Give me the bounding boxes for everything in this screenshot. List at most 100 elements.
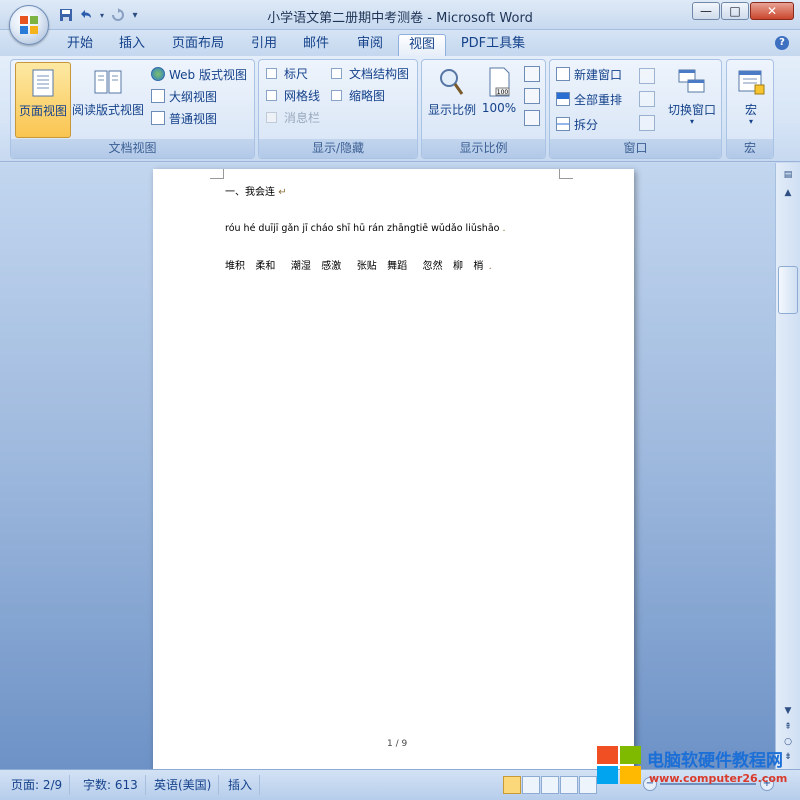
minimize-button[interactable]: — [692,2,720,20]
status-draft-icon[interactable] [579,776,597,794]
watermark-title: 电脑软硬件教程网 [647,751,783,771]
outline-button[interactable]: 大纲视图 [151,88,217,106]
group-window: 新建窗口 全部重排 拆分 切换窗口 ▾ 窗口 [549,59,722,159]
print-layout-button[interactable]: 页面视图 [15,62,71,138]
message-bar-checkbox: 消息栏 [266,109,320,127]
doc-pinyin-line[interactable]: róu hé duījī gǎn jī cháo shī hū rán zhān… [225,223,506,234]
undo-dropdown-icon[interactable]: ▾ [98,8,106,24]
previous-page-icon[interactable]: ⇞ [778,719,798,735]
group-label-macros: 宏 [727,139,773,158]
switch-windows-label: 切换窗口 [667,103,716,117]
status-page[interactable]: 页面: 2/9 [4,775,71,795]
draft-button[interactable]: 普通视图 [151,110,217,128]
switch-windows-button[interactable]: 切换窗口 ▾ [664,66,720,126]
save-icon[interactable] [58,8,74,24]
one-page-icon[interactable] [524,66,540,82]
page-100-icon: 100 [489,67,510,97]
hundred-percent-button[interactable]: 100 100% [478,66,520,115]
status-print-layout-icon[interactable] [503,776,521,794]
help-icon[interactable]: ? [775,36,789,50]
page-100-icon-text: 100 [497,89,509,96]
macros-dropdown-icon: ▾ [748,117,753,126]
full-screen-reading-button[interactable]: 阅读版式视图 [71,66,145,118]
tab-insert[interactable]: 插入 [112,34,152,56]
two-pages-icon[interactable] [524,88,540,104]
arrange-all-icon [556,92,570,106]
doc-line3: 堆积 柔和 潮湿 感激 张贴 舞蹈 忽然 柳 梢 [225,261,484,272]
redo-icon[interactable] [110,8,126,24]
switch-windows-icon [678,69,705,93]
ruler-checkbox[interactable]: 标尺 [266,65,308,83]
status-outline-icon[interactable] [560,776,578,794]
new-window-button[interactable]: 新建窗口 [556,66,622,84]
document-page[interactable]: 一、我会连 ↵ róu hé duījī gǎn jī cháo shī hū … [153,169,634,769]
status-insert-mode[interactable]: 插入 [221,775,261,795]
tab-references[interactable]: 引用 [244,34,284,56]
crop-mark-right [559,169,573,179]
zoom-button[interactable]: 显示比例 [426,66,478,118]
synchronous-scrolling-icon [639,91,655,107]
web-layout-icon [151,67,165,81]
doc-line1: 一、我会连 [225,187,275,198]
group-label-zoom: 显示比例 [422,139,545,158]
new-window-icon [556,67,570,81]
tab-mailings[interactable]: 邮件 [296,34,336,56]
gridlines-checkbox[interactable]: 网格线 [266,87,320,105]
status-reading-view-icon[interactable] [522,776,540,794]
watermark-url: www.computer26.com [649,772,788,785]
vertical-scrollbar[interactable]: ▤ ▲ ▼ ⇞ ○ ⇟ [775,163,800,769]
ruler-label: 标尺 [284,67,309,81]
tab-home[interactable]: 开始 [60,34,100,56]
group-macros: 宏 ▾ 宏 [726,59,774,159]
doc-line2: róu hé duījī gǎn jī cháo shī hū rán zhān… [225,223,500,234]
status-web-layout-icon[interactable] [541,776,559,794]
maximize-button[interactable]: □ [721,2,749,20]
gridlines-check-icon [266,90,277,101]
tab-review[interactable]: 审阅 [350,34,390,56]
macros-button[interactable]: 宏 ▾ [731,66,771,126]
status-language[interactable]: 英语(美国) [147,775,220,795]
macros-label: 宏 [744,103,757,117]
office-button[interactable] [9,5,49,45]
draft-label: 普通视图 [169,112,218,126]
document-map-checkbox[interactable]: 文档结构图 [331,65,409,83]
thumbnails-checkbox[interactable]: 缩略图 [331,87,385,105]
group-document-views: 页面视图 阅读版式视图 Web 版式视图 大纲视图 普通视图 文档视图 [10,59,255,159]
new-window-label: 新建窗口 [574,68,623,82]
split-label: 拆分 [574,118,599,132]
paragraph-mark-icon: . [502,223,506,234]
tab-view[interactable]: 视图 [398,34,446,56]
document-workspace: 一、我会连 ↵ róu hé duījī gǎn jī cháo shī hū … [0,163,775,769]
status-word-count[interactable]: 字数: 613 [76,775,146,795]
doc-words-line[interactable]: 堆积 柔和 潮湿 感激 张贴 舞蹈 忽然 柳 梢 . [225,257,492,272]
close-button[interactable]: ✕ [750,2,794,20]
tab-pdf-tools[interactable]: PDF工具集 [456,34,530,56]
document-map-label: 文档结构图 [349,67,410,81]
office-logo-icon [20,16,38,34]
thumbnails-label: 缩略图 [349,89,386,103]
page-number: 1 / 9 [387,739,408,749]
group-label-show-hide: 显示/隐藏 [259,139,417,158]
title-bar: ▾ ▾ 小学语文第二册期中考测卷 - Microsoft Word — □ ✕ [0,0,800,45]
undo-icon[interactable] [78,8,94,24]
split-button[interactable]: 拆分 [556,116,598,134]
message-bar-check-icon [266,112,277,123]
group-zoom: 显示比例 100 100% 显示比例 [421,59,546,159]
view-ruler-icon[interactable]: ▤ [778,167,798,183]
ruler-check-icon [266,68,277,79]
scroll-up-icon[interactable]: ▲ [778,185,798,201]
customize-qat-dropdown-icon[interactable]: ▾ [130,8,140,24]
magnifier-icon [440,69,464,95]
page-width-icon[interactable] [524,110,540,126]
windows-logo-icon [597,746,643,786]
arrange-all-button[interactable]: 全部重排 [556,91,622,109]
web-layout-button[interactable]: Web 版式视图 [151,66,247,84]
scroll-down-icon[interactable]: ▼ [778,703,798,719]
scroll-thumb[interactable] [778,266,798,314]
reading-view-icon [94,70,122,94]
zoom-label: 显示比例 [427,103,476,117]
doc-heading[interactable]: 一、我会连 ↵ [225,183,287,198]
tab-page-layout[interactable]: 页面布局 [168,34,228,56]
print-layout-label: 页面视图 [18,104,67,118]
outline-icon [151,89,165,103]
